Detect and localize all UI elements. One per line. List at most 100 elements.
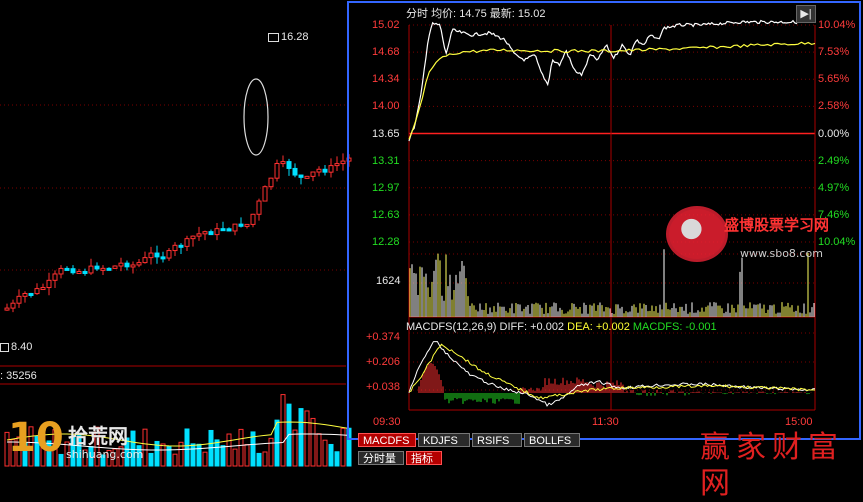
percent-tick-label: 0.00% bbox=[818, 127, 850, 140]
candle-body bbox=[340, 160, 346, 165]
price-tick-label: 12.28 bbox=[372, 236, 400, 248]
candle-body bbox=[196, 233, 202, 237]
price-tick-label: 14.34 bbox=[372, 73, 400, 86]
time-label-open: 09:30 bbox=[373, 416, 401, 428]
price-line bbox=[408, 19, 816, 142]
macd-header: MACDFS(12,26,9) DIFF: +0.002 DEA: +0.002… bbox=[406, 321, 717, 333]
macd-tick-label: +0.206 bbox=[366, 356, 400, 368]
volume-bar bbox=[340, 427, 346, 467]
high-price-label: 16.28 bbox=[268, 31, 309, 43]
volume-bar bbox=[262, 451, 268, 467]
volume-bar bbox=[328, 443, 334, 467]
candle-body bbox=[16, 295, 22, 304]
intraday-header: 分时 均价: 14.75 最新: 15.02 bbox=[406, 8, 546, 20]
volume-bar bbox=[184, 428, 190, 467]
tab-rsifs[interactable]: RSIFS bbox=[472, 433, 522, 447]
volume-bar bbox=[298, 408, 304, 467]
percent-tick-label: 10.04% bbox=[818, 19, 856, 31]
candle-body bbox=[232, 223, 238, 232]
price-tick-label: 15.02 bbox=[372, 19, 400, 31]
candle-body bbox=[304, 175, 310, 179]
volume-axis-label: 1624 bbox=[376, 275, 401, 287]
volume-bar bbox=[166, 445, 172, 467]
volume-bar bbox=[142, 428, 148, 467]
candle-body bbox=[256, 200, 262, 215]
percent-tick-label: 10.04% bbox=[818, 236, 856, 248]
volume-bar bbox=[316, 433, 322, 467]
percent-tick-label: 7.53% bbox=[818, 46, 850, 59]
volume-bar bbox=[226, 433, 232, 467]
footer-watermark: 赢家财富网 bbox=[700, 430, 844, 501]
candle-body bbox=[106, 267, 112, 271]
tab-time-volume[interactable]: 分时量 bbox=[358, 451, 404, 465]
tab-indicator[interactable]: 指标 bbox=[406, 451, 442, 465]
arrow-right-icon: ▶| bbox=[800, 8, 812, 20]
brand-url-watermark: www.sbo8.com bbox=[740, 247, 823, 260]
tab-bollfs[interactable]: BOLLFS bbox=[524, 433, 580, 447]
tab-macdfs[interactable]: MACDFS bbox=[358, 433, 416, 447]
candle-body bbox=[244, 223, 250, 227]
marker-icon bbox=[0, 342, 9, 352]
candle-body bbox=[10, 302, 16, 309]
candle-body bbox=[322, 168, 328, 173]
expand-toggle-button[interactable]: ▶| bbox=[796, 5, 816, 23]
percent-tick-label: 4.97% bbox=[818, 181, 850, 194]
volume-bar bbox=[334, 451, 340, 467]
volume-bar bbox=[220, 445, 226, 467]
candle-body bbox=[112, 265, 118, 269]
candle-body bbox=[328, 165, 334, 173]
candle-body bbox=[160, 256, 166, 260]
volume-bar bbox=[190, 443, 196, 467]
candle-body bbox=[64, 267, 70, 271]
candlestick-series bbox=[4, 153, 352, 313]
brand-logo-icon bbox=[666, 206, 728, 262]
candle-body bbox=[274, 162, 280, 179]
volume-bar bbox=[202, 451, 208, 467]
macd-tick-label: +0.374 bbox=[366, 331, 400, 343]
price-tick-label: 12.97 bbox=[372, 181, 400, 194]
candle-body bbox=[220, 228, 226, 232]
price-tick-label: 14.68 bbox=[372, 46, 400, 59]
candle-body bbox=[286, 161, 292, 169]
volume-bar bbox=[256, 452, 262, 467]
dea-line bbox=[408, 343, 816, 400]
percent-tick-label: 2.58% bbox=[818, 100, 850, 113]
time-label-noon: 11:30 bbox=[592, 416, 619, 428]
candle-body bbox=[208, 231, 214, 236]
corner-number-watermark: 10 bbox=[8, 415, 64, 461]
candle-body bbox=[82, 270, 88, 274]
candle-body bbox=[184, 238, 190, 247]
macd-histogram bbox=[418, 363, 814, 404]
macd-tick-label: +0.038 bbox=[366, 381, 400, 393]
volume-bar bbox=[148, 452, 154, 467]
price-tick-label: 13.65 bbox=[372, 127, 400, 140]
candle-body bbox=[70, 268, 76, 274]
candle-body bbox=[118, 262, 124, 267]
volume-bar bbox=[268, 437, 274, 467]
candle-body bbox=[58, 267, 64, 275]
candle-body bbox=[298, 174, 304, 178]
candle-body bbox=[46, 279, 52, 289]
candle-body bbox=[280, 161, 286, 165]
candle-body bbox=[88, 265, 94, 274]
low-price-label: 8.40 bbox=[0, 341, 32, 353]
candle-body bbox=[238, 223, 244, 227]
volume-bar bbox=[310, 417, 316, 467]
chart-canvas bbox=[0, 1, 861, 467]
volume-bar bbox=[172, 453, 178, 467]
volume-bar bbox=[160, 443, 166, 467]
tab-kdjfs[interactable]: KDJFS bbox=[418, 433, 470, 447]
volume-bar bbox=[214, 439, 220, 467]
price-tick-label: 13.31 bbox=[372, 154, 400, 167]
candle-body bbox=[76, 270, 82, 274]
price-tick-label: 12.63 bbox=[372, 208, 400, 221]
volume-bar bbox=[280, 394, 286, 467]
candle-body bbox=[202, 231, 208, 235]
candle-body bbox=[166, 250, 172, 259]
highlight-ellipse bbox=[243, 78, 269, 156]
candle-body bbox=[172, 244, 178, 252]
candle-body bbox=[94, 265, 100, 270]
candle-body bbox=[262, 186, 268, 202]
percent-tick-label: 5.65% bbox=[818, 73, 850, 86]
brand-watermark: 盛博股票学习网 bbox=[724, 216, 830, 234]
